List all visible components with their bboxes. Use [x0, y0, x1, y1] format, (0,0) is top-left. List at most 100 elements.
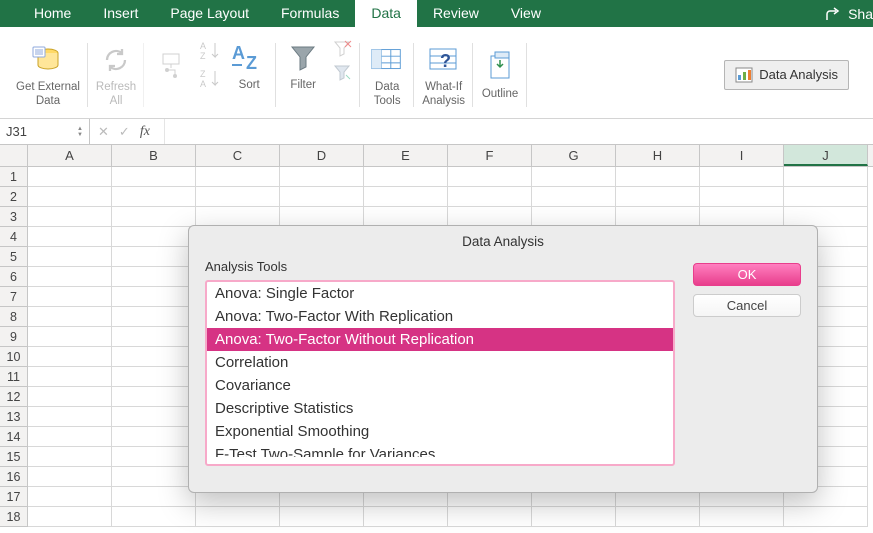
formula-input[interactable] [164, 119, 873, 144]
cell[interactable] [112, 427, 196, 447]
cell[interactable] [616, 207, 700, 227]
row-head[interactable]: 7 [0, 287, 28, 307]
cell[interactable] [28, 247, 112, 267]
cancel-formula-icon[interactable]: ✕ [98, 124, 109, 140]
cell[interactable] [112, 287, 196, 307]
row-head[interactable]: 2 [0, 187, 28, 207]
ok-button[interactable]: OK [693, 263, 801, 286]
cell[interactable] [28, 447, 112, 467]
row-head[interactable]: 11 [0, 367, 28, 387]
cell[interactable] [616, 187, 700, 207]
cell[interactable] [112, 227, 196, 247]
cell[interactable] [112, 167, 196, 187]
tab-formulas[interactable]: Formulas [265, 0, 355, 27]
cell[interactable] [112, 407, 196, 427]
cell[interactable] [280, 507, 364, 527]
clear-filter-icon[interactable] [332, 39, 352, 57]
tab-review[interactable]: Review [417, 0, 495, 27]
tool-item[interactable]: Exponential Smoothing [207, 420, 673, 443]
row-head[interactable]: 4 [0, 227, 28, 247]
cell[interactable] [196, 187, 280, 207]
cell[interactable] [112, 307, 196, 327]
cell[interactable] [28, 227, 112, 247]
cell[interactable] [364, 167, 448, 187]
cell[interactable] [532, 167, 616, 187]
group-refresh-all[interactable]: Refresh All [88, 33, 144, 117]
cell[interactable] [700, 187, 784, 207]
share-button[interactable]: Sha [826, 0, 873, 27]
cell[interactable] [28, 187, 112, 207]
enter-formula-icon[interactable]: ✓ [119, 124, 130, 140]
group-what-if[interactable]: ? What-If Analysis [414, 33, 473, 117]
cell[interactable] [112, 267, 196, 287]
tab-home[interactable]: Home [18, 0, 87, 27]
row-head[interactable]: 1 [0, 167, 28, 187]
cell[interactable] [448, 167, 532, 187]
row-head[interactable]: 14 [0, 427, 28, 447]
cell[interactable] [112, 487, 196, 507]
col-head-a[interactable]: A [28, 145, 112, 166]
row-head[interactable]: 10 [0, 347, 28, 367]
tab-insert[interactable]: Insert [87, 0, 154, 27]
row-head[interactable]: 9 [0, 327, 28, 347]
row-head[interactable]: 6 [0, 267, 28, 287]
row-head[interactable]: 13 [0, 407, 28, 427]
cell[interactable] [112, 187, 196, 207]
cell[interactable] [28, 407, 112, 427]
row-head[interactable]: 15 [0, 447, 28, 467]
row-head[interactable]: 12 [0, 387, 28, 407]
tool-item[interactable]: Correlation [207, 351, 673, 374]
cell[interactable] [28, 347, 112, 367]
cell[interactable] [532, 187, 616, 207]
cell[interactable] [448, 187, 532, 207]
cell[interactable] [112, 247, 196, 267]
tool-item[interactable]: F-Test Two-Sample for Variances [207, 443, 673, 457]
group-data-tools[interactable]: Data Tools [360, 33, 414, 117]
cell[interactable] [112, 327, 196, 347]
cell[interactable] [28, 487, 112, 507]
col-head-b[interactable]: B [112, 145, 196, 166]
tool-item[interactable]: Anova: Two-Factor Without Replication [207, 328, 673, 351]
cell[interactable] [616, 507, 700, 527]
cell[interactable] [784, 507, 868, 527]
cell[interactable] [280, 187, 364, 207]
cell[interactable] [280, 167, 364, 187]
cell[interactable] [28, 507, 112, 527]
cancel-button[interactable]: Cancel [693, 294, 801, 317]
cell[interactable] [112, 447, 196, 467]
cell[interactable] [28, 327, 112, 347]
row-head[interactable]: 5 [0, 247, 28, 267]
row-head[interactable]: 3 [0, 207, 28, 227]
cell[interactable] [28, 167, 112, 187]
tab-data[interactable]: Data [355, 0, 417, 27]
analysis-tools-list[interactable]: Anova: Single Factor Anova: Two-Factor W… [205, 280, 675, 466]
select-all-corner[interactable] [0, 145, 28, 166]
col-head-c[interactable]: C [196, 145, 280, 166]
row-head[interactable]: 16 [0, 467, 28, 487]
cell[interactable] [196, 507, 280, 527]
tab-view[interactable]: View [495, 0, 557, 27]
filter-icon[interactable] [284, 39, 322, 77]
cell[interactable] [112, 507, 196, 527]
group-get-external-data[interactable]: Get External Data [8, 33, 88, 117]
row-head[interactable]: 8 [0, 307, 28, 327]
col-head-j[interactable]: J [784, 145, 868, 166]
cell[interactable] [532, 507, 616, 527]
cell[interactable] [196, 167, 280, 187]
tool-item[interactable]: Descriptive Statistics [207, 397, 673, 420]
cell[interactable] [28, 467, 112, 487]
cell[interactable] [784, 167, 868, 187]
cell[interactable] [28, 207, 112, 227]
advanced-filter-icon[interactable] [332, 63, 352, 81]
group-connections[interactable] [144, 33, 192, 117]
cell[interactable] [700, 207, 784, 227]
cell[interactable] [112, 387, 196, 407]
sort-desc-icon[interactable]: ZA [200, 67, 222, 89]
cell[interactable] [28, 287, 112, 307]
sort-asc-icon[interactable]: AZ [200, 39, 222, 61]
cell[interactable] [784, 207, 868, 227]
col-head-e[interactable]: E [364, 145, 448, 166]
cell[interactable] [112, 467, 196, 487]
col-head-g[interactable]: G [532, 145, 616, 166]
tab-page-layout[interactable]: Page Layout [154, 0, 265, 27]
